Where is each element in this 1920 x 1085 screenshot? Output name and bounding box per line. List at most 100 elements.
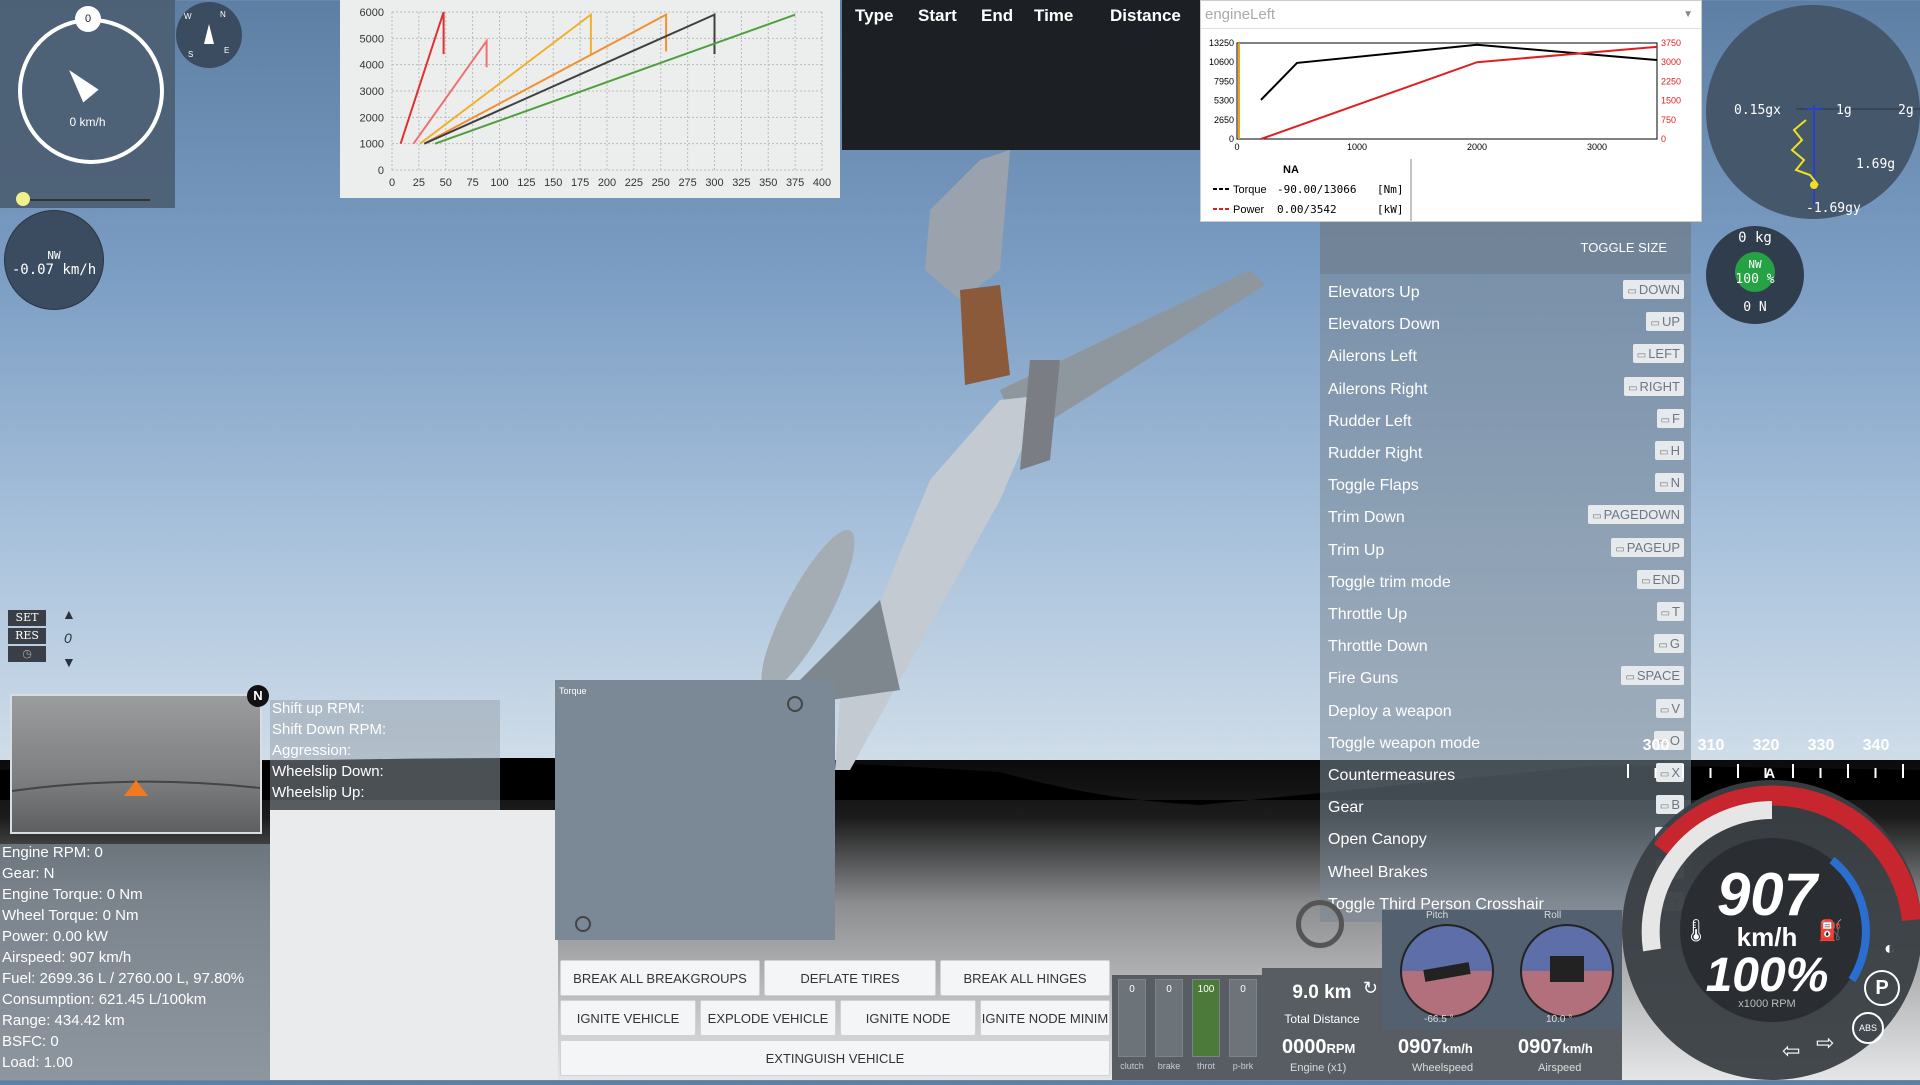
engine-y-left-tick: 10600	[1209, 57, 1234, 67]
deflate-tires-button[interactable]: DEFLATE TIRES	[764, 960, 936, 996]
wheel-label: Wheelspeed	[1412, 1062, 1474, 1074]
gauge-speed: 907	[1716, 861, 1818, 928]
engine-curve-panel: engineLeft ▼ 0 2650 5300 7950 10600 13250 0 750…	[1200, 0, 1702, 222]
main-speed-gauge: 907 km/h 100% x1000 RPM P ABS ⇦ ⇨ 🌡 ⛽ ◐	[1622, 780, 1920, 1080]
control-row[interactable]: Rudder Left F	[1324, 407, 1684, 437]
pitch-value: -66.5 °	[1424, 1014, 1454, 1025]
gforce-1g: 1g	[1836, 103, 1852, 118]
ignite-node-button[interactable]: IGNITE NODE	[840, 1000, 976, 1036]
col-type: Type	[855, 6, 894, 25]
control-key[interactable]: PAGEUP	[1611, 537, 1684, 557]
reset-icon[interactable]: ↻	[1363, 978, 1378, 999]
control-row[interactable]: Trim Down PAGEDOWN	[1324, 503, 1684, 533]
control-row[interactable]: Toggle trim mode END	[1324, 568, 1684, 598]
cruise-up-icon[interactable]: ▲	[62, 606, 76, 622]
toggle-size-button[interactable]: TOGGLE SIZE	[1581, 240, 1667, 255]
control-key[interactable]: T	[1656, 602, 1684, 621]
cruise-res-button[interactable]: RES	[8, 628, 46, 644]
control-label: Toggle trim mode	[1328, 573, 1451, 591]
speed-slider-handle[interactable]	[16, 192, 30, 206]
gear-ratio-chart: 0 25 50 75 100 125 150 175 200 225 250 275 300 325 350…	[340, 0, 840, 198]
engine-y-left-tick: 5300	[1214, 96, 1234, 106]
x-tick-label: 100	[490, 177, 508, 189]
pedal-label: brake	[1157, 1061, 1181, 1071]
weight-indicator: 0 kg NW 100 % 0 N	[1706, 226, 1804, 324]
torque-handle-bottom[interactable]	[575, 916, 591, 932]
control-key[interactable]: H	[1655, 441, 1684, 460]
x-tick-label: 250	[652, 177, 670, 189]
control-key[interactable]: DOWN	[1623, 280, 1684, 299]
control-key[interactable]: F	[1656, 408, 1684, 428]
y-tick-label: 2000	[360, 112, 384, 124]
cruise-set-button[interactable]: SET	[8, 610, 46, 626]
heading-speed-circle: NW -0.07 km/h	[4, 210, 104, 310]
x-tick-label: 325	[732, 177, 750, 189]
speed-slider-track[interactable]	[22, 199, 150, 201]
gforce-bottom: -1.69gy	[1806, 201, 1861, 216]
gear-chart-svg: 0 25 50 75 100 125 150 175 200 225 250 275 300 325 350…	[360, 7, 832, 189]
roll-car-icon	[1550, 956, 1584, 982]
roll-value: 10.0 °	[1546, 1014, 1573, 1025]
gear-series-line	[423, 13, 716, 145]
engine-y-right-tick: 1500	[1661, 96, 1681, 106]
gforce-right: 1.69g	[1856, 157, 1896, 172]
control-key[interactable]: G	[1654, 634, 1684, 654]
control-row[interactable]: Throttle Up T	[1324, 600, 1684, 630]
control-row[interactable]: Elevators Down UP	[1324, 310, 1684, 340]
tape-ticks: 3003103203303403A	[1627, 737, 1904, 778]
control-row[interactable]: Throttle Down G	[1324, 632, 1684, 662]
control-row[interactable]: Elevators Up DOWN	[1324, 278, 1684, 308]
stat-line: Power: 0.00 kW	[2, 928, 108, 945]
attitude-indicators: Pitch -66.5 ° Roll 10.0 °	[1382, 910, 1622, 1030]
engine-select[interactable]: engineLeft ▼	[1201, 1, 1701, 29]
x-tick-label: 375	[786, 177, 804, 189]
control-key[interactable]: LEFT	[1632, 344, 1684, 364]
pedal-label: clutch	[1120, 1061, 1144, 1071]
control-key[interactable]: RIGHT	[1624, 376, 1684, 396]
cruise-value: 0	[64, 630, 72, 646]
pedal-value: 0	[1166, 984, 1172, 995]
stat-line: Gear: N	[2, 865, 55, 882]
minimap[interactable]	[10, 694, 262, 834]
ignite-node-min-button[interactable]: IGNITE NODE MINIM	[980, 1000, 1110, 1036]
control-row[interactable]: Deploy a weapon V	[1324, 697, 1684, 727]
control-key[interactable]: SPACE	[1621, 666, 1684, 686]
heading-speed: -0.07 km/h	[11, 262, 97, 278]
steering-wheel-icon	[1296, 900, 1344, 948]
control-row[interactable]: Ailerons Right RIGHT	[1324, 375, 1684, 405]
cruise-down-icon[interactable]: ▼	[62, 654, 76, 670]
break-hinges-button[interactable]: BREAK ALL HINGES	[940, 960, 1110, 996]
tape-label: 340	[1863, 737, 1890, 754]
control-key[interactable]: PAGEDOWN	[1588, 505, 1684, 525]
legend-value: -90.00/13066	[1277, 183, 1356, 196]
ignite-vehicle-button[interactable]: IGNITE VEHICLE	[560, 1000, 696, 1036]
control-label: Ailerons Left	[1328, 348, 1417, 366]
control-key[interactable]: N	[1655, 473, 1684, 493]
speed-dial-knob[interactable]: 0	[75, 6, 101, 32]
stat-line: Range: 434.42 km	[2, 1012, 125, 1029]
wheelslip-down: Wheelslip Down:	[272, 763, 384, 780]
control-label: Open Canopy	[1328, 831, 1427, 849]
control-row[interactable]: Rudder Right H	[1324, 439, 1684, 469]
control-row[interactable]: Toggle Flaps N	[1324, 471, 1684, 501]
control-row[interactable]: Ailerons Left LEFT	[1324, 342, 1684, 372]
pitch-car-icon	[1423, 962, 1471, 982]
control-key[interactable]: UP	[1646, 312, 1684, 332]
engine-y-right-tick: 750	[1661, 115, 1676, 125]
y-tick-label: 4000	[360, 60, 384, 72]
control-label: Rudder Left	[1328, 412, 1412, 430]
control-key[interactable]: END	[1637, 569, 1684, 589]
break-breakgroups-button[interactable]: BREAK ALL BREAKGROUPS	[560, 960, 760, 996]
cruise-timer-icon[interactable]: ◷	[8, 646, 46, 662]
torque-handle-top[interactable]	[787, 696, 803, 712]
control-label: Toggle weapon mode	[1328, 734, 1481, 752]
control-row[interactable]: Trim Up PAGEUP	[1324, 536, 1684, 566]
pedal-bar: 0	[1118, 979, 1146, 1057]
extinguish-vehicle-button[interactable]: EXTINGUISH VEHICLE	[560, 1040, 1110, 1076]
control-key[interactable]: V	[1655, 698, 1684, 718]
gear-series-line	[399, 11, 445, 144]
control-row[interactable]: Fire Guns SPACE	[1324, 664, 1684, 694]
shift-down-rpm: Shift Down RPM:	[272, 721, 387, 738]
explode-vehicle-button[interactable]: EXPLODE VEHICLE	[700, 1000, 836, 1036]
tape-label: 320	[1753, 737, 1780, 754]
